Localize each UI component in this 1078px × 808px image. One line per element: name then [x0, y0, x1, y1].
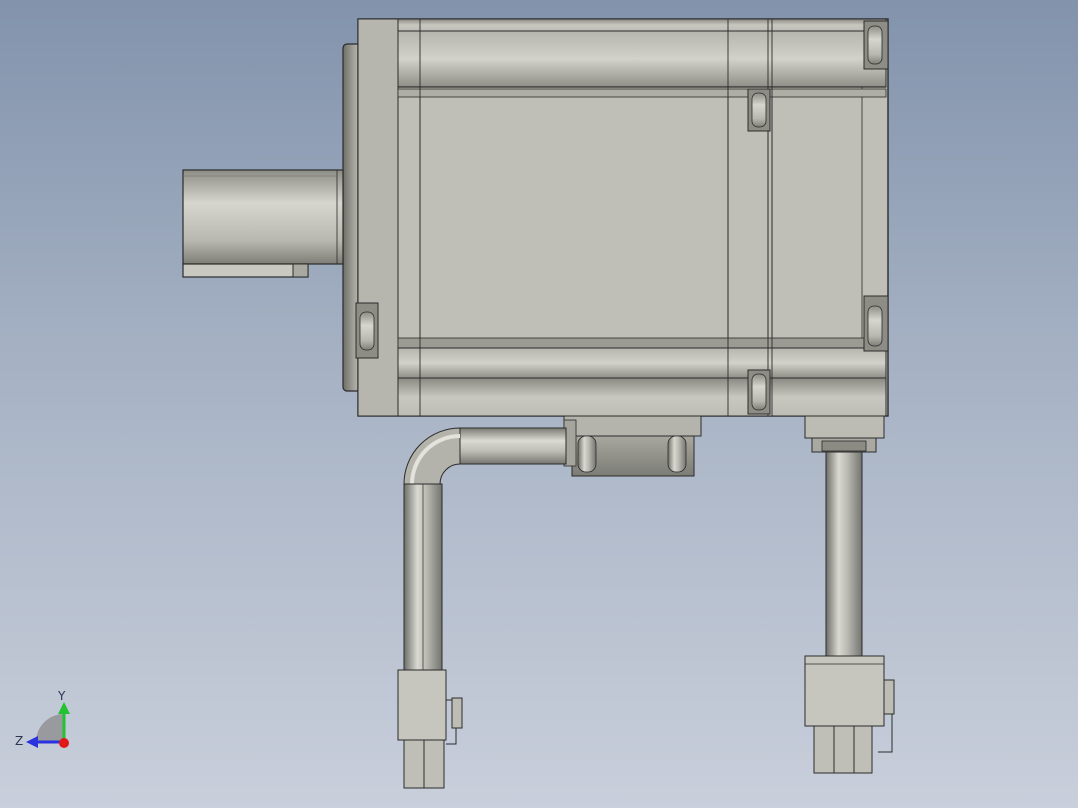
bolt-recess-rear-bottom — [863, 295, 889, 352]
orientation-triad[interactable]: Y Z — [15, 689, 70, 748]
servo-motor-model[interactable]: Y Z — [0, 0, 1078, 808]
y-axis-label: Y — [57, 689, 66, 703]
encoder-cable — [397, 427, 567, 789]
output-shaft — [182, 169, 344, 278]
motor-housing — [357, 18, 889, 417]
origin-x-axis-icon — [59, 738, 69, 748]
bolt-recess-front-bottom — [355, 302, 379, 359]
power-connector — [804, 415, 885, 453]
bolt-recess-mid-bottom — [747, 369, 771, 415]
z-axis-arrowhead-icon — [26, 736, 38, 748]
encoder-connector — [563, 415, 702, 477]
bolt-recess-rear-top — [863, 20, 889, 70]
z-axis-label: Z — [15, 734, 23, 748]
cad-viewport[interactable]: Y Z — [0, 0, 1078, 808]
power-cable — [804, 451, 895, 774]
y-axis-arrowhead-icon — [58, 702, 70, 714]
bolt-recess-mid-top — [747, 88, 771, 132]
triad-plane-icon — [36, 714, 64, 742]
